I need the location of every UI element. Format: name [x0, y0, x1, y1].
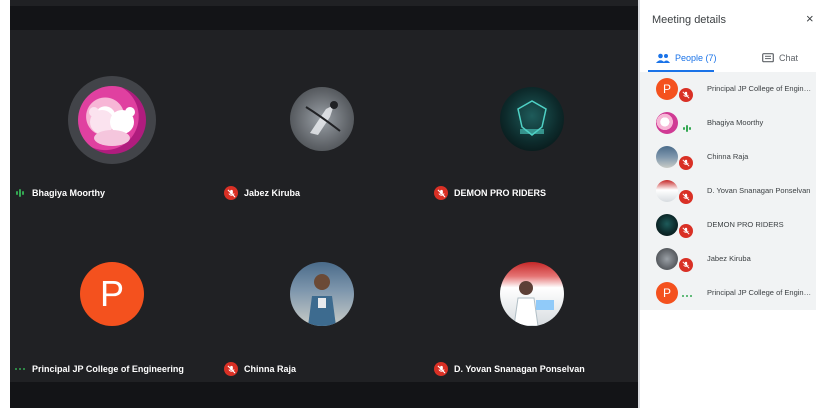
mic-off-icon	[224, 362, 238, 376]
tile-name-label: Jabez Kiruba	[224, 184, 300, 202]
mic-off-icon	[434, 186, 448, 200]
participant-name: D. Yovan Snanagan Ponselvan	[707, 186, 811, 195]
demon-logo-image	[517, 100, 547, 136]
avatar	[78, 86, 146, 154]
avatar: P	[656, 78, 678, 100]
avatar	[656, 112, 678, 134]
mic-off-icon	[679, 190, 693, 204]
bottom-bar	[10, 382, 638, 408]
participant-name: Chinna Raja	[244, 364, 297, 374]
participant-tile[interactable]: Chinna Raja	[222, 210, 422, 380]
participant-tile[interactable]: D. Yovan Snanagan Ponselvan	[432, 210, 632, 380]
participant-name: Jabez Kiruba	[244, 188, 301, 198]
avatar	[500, 87, 564, 151]
speaking-indicator-icon	[14, 189, 26, 197]
mic-off-icon	[679, 224, 693, 238]
participant-name: Bhagiya Moorthy	[707, 118, 764, 127]
avatar-letter: P	[662, 286, 671, 300]
people-list: P Principal JP College of Engine… Bhagiy…	[640, 72, 816, 310]
list-item[interactable]: P Principal JP College of Engine…	[640, 276, 816, 310]
panel-title: Meeting details	[652, 14, 726, 26]
participant-tile[interactable]: Jabez Kiruba	[222, 30, 422, 200]
list-item[interactable]: DEMON PRO RIDERS	[640, 208, 816, 242]
list-item[interactable]: Jabez Kiruba	[640, 242, 816, 276]
participant-name: Principal JP College of Engine…	[707, 288, 815, 297]
sketch-image	[305, 101, 341, 135]
participant-tile[interactable]: P Principal JP College of Engineering	[12, 210, 212, 380]
people-icon	[656, 53, 670, 63]
participant-name: Jabez Kiruba	[707, 254, 751, 263]
mic-off-icon	[434, 362, 448, 376]
avatar	[656, 248, 678, 270]
list-item[interactable]: P Principal JP College of Engine…	[640, 72, 816, 106]
meeting-details-panel: Meeting details × People (7) Chat P Prin…	[640, 0, 816, 408]
participant-tile[interactable]: Bhagiya Moorthy	[12, 30, 212, 200]
mic-off-icon	[679, 88, 693, 102]
participant-name: Chinna Raja	[707, 152, 749, 161]
participant-name: DEMON PRO RIDERS	[454, 188, 547, 198]
participant-name: Principal JP College of Engineering	[32, 364, 184, 374]
tab-chat[interactable]: Chat	[762, 46, 798, 70]
speaking-indicator-icon	[681, 125, 693, 132]
tab-people[interactable]: People (7)	[656, 46, 717, 70]
avatar: P	[80, 262, 144, 326]
avatar-letter: P	[662, 82, 671, 96]
participant-name: Principal JP College of Engine…	[707, 84, 815, 93]
more-dots-icon	[14, 368, 26, 370]
avatar	[656, 146, 678, 168]
avatar-letter: P	[99, 273, 124, 314]
teddy-bears-image	[89, 107, 135, 146]
participant-tile[interactable]: DEMON PRO RIDERS	[432, 30, 632, 200]
avatar	[290, 262, 354, 326]
list-item[interactable]: Chinna Raja	[640, 140, 816, 174]
chat-icon	[762, 52, 774, 62]
person-photo-image	[513, 281, 554, 326]
tile-name-label: Bhagiya Moorthy	[14, 184, 105, 202]
tile-name-label: DEMON PRO RIDERS	[434, 184, 546, 202]
top-bar	[10, 6, 638, 30]
left-edge	[0, 0, 10, 408]
list-item[interactable]: Bhagiya Moorthy	[640, 106, 816, 140]
tile-name-label: D. Yovan Snanagan Ponselvan	[434, 360, 585, 378]
close-icon[interactable]: ×	[806, 12, 816, 26]
avatar	[290, 87, 354, 151]
avatar	[500, 262, 564, 326]
mic-off-icon	[224, 186, 238, 200]
participant-name: Bhagiya Moorthy	[32, 188, 106, 198]
list-item[interactable]: D. Yovan Snanagan Ponselvan	[640, 174, 816, 208]
tab-label: People (7)	[675, 53, 717, 63]
avatar	[656, 214, 678, 236]
avatar	[656, 180, 678, 202]
tab-label: Chat	[779, 53, 799, 63]
participant-name: D. Yovan Snanagan Ponselvan	[454, 364, 585, 374]
video-grid: Bhagiya Moorthy Jabez Kiruba DEMON PRO R…	[0, 0, 638, 408]
avatar: P	[656, 282, 678, 304]
tile-name-label: Chinna Raja	[224, 360, 296, 378]
mic-off-icon	[679, 258, 693, 272]
tile-name-label: Principal JP College of Engineering	[14, 360, 184, 378]
participant-name: DEMON PRO RIDERS	[707, 220, 784, 229]
mic-off-icon	[679, 156, 693, 170]
more-dots-icon	[681, 295, 693, 297]
person-photo-image	[308, 274, 336, 326]
